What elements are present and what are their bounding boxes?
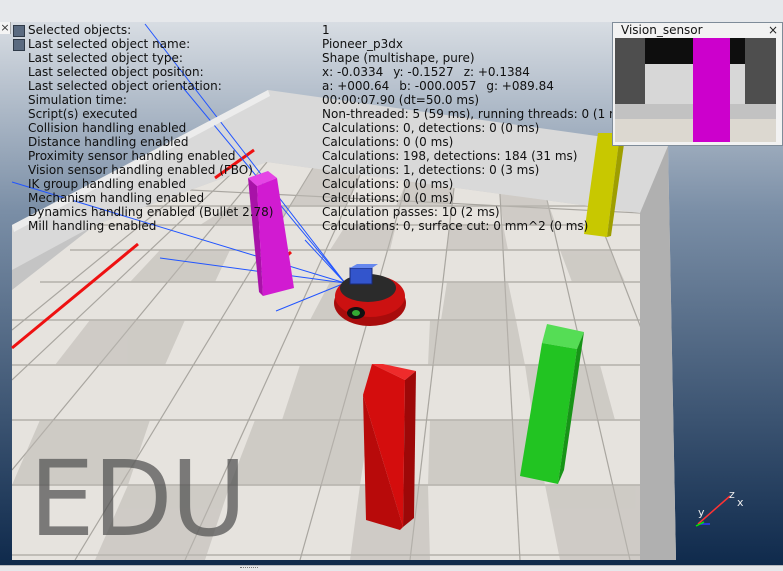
info-value: Calculations: 0, surface cut: 0 mm^2 (0 … bbox=[322, 219, 589, 233]
info-value: 00:00:07.90 (dt=50.0 ms) bbox=[322, 93, 480, 107]
info-row: Last selected object name: Pioneer_p3dx bbox=[28, 37, 611, 51]
red-cuboid[interactable] bbox=[363, 364, 416, 530]
info-label: Proximity sensor handling enabled bbox=[28, 149, 236, 163]
vision-sensor-image bbox=[615, 38, 776, 142]
info-row: Vision sensor handling enabled (FBO) Calc… bbox=[28, 163, 611, 177]
info-value-part: z: +0.1384 bbox=[463, 65, 530, 79]
vision-sensor-title: Vision_sensor bbox=[621, 23, 703, 37]
info-value: Calculation passes: 10 (2 ms) bbox=[322, 205, 500, 219]
info-row: Selected objects: 1 bbox=[28, 23, 611, 37]
edu-watermark: EDU bbox=[29, 438, 247, 560]
info-label: Last selected object type: bbox=[28, 51, 183, 65]
square-toggle-icon[interactable] bbox=[13, 39, 25, 51]
info-value: Pioneer_p3dx bbox=[322, 37, 403, 51]
info-label: Vision sensor handling enabled (FBO) bbox=[28, 163, 253, 177]
info-label: Mill handling enabled bbox=[28, 219, 157, 233]
info-label: Last selected object orientation: bbox=[28, 79, 222, 93]
info-row: Mechanism handling enabled Calculations: … bbox=[28, 191, 611, 205]
info-row: Script(s) executed Non-threaded: 5 (59 ms… bbox=[28, 107, 632, 121]
vision-sensor-window[interactable]: Vision_sensor × bbox=[612, 22, 783, 146]
info-value-part: y: -0.1527 bbox=[393, 65, 454, 79]
info-label: Last selected object name: bbox=[28, 37, 191, 51]
info-row: Last selected object type: Shape (multish… bbox=[28, 51, 611, 65]
info-row: Collision handling enabled Calculations: … bbox=[28, 121, 611, 135]
info-value: x: -0.0334 y: -0.1527 z: +0.1384 bbox=[322, 65, 540, 79]
info-label: Dynamics handling enabled (Bullet 2.78) bbox=[28, 205, 274, 219]
info-value: Shape (multishape, pure) bbox=[322, 51, 475, 65]
info-label: IK group handling enabled bbox=[28, 177, 187, 191]
info-value-part: x: -0.0334 bbox=[322, 65, 384, 79]
info-value: Calculations: 0, detections: 0 (0 ms) bbox=[322, 121, 540, 135]
info-value: Calculations: 1, detections: 0 (3 ms) bbox=[322, 163, 540, 177]
info-row: Last selected object position: x: -0.0334… bbox=[28, 65, 611, 79]
info-value-part: b: -000.0057 bbox=[399, 79, 477, 93]
info-label: Selected objects: bbox=[28, 23, 132, 37]
info-row: Dynamics handling enabled (Bullet 2.78) C… bbox=[28, 205, 611, 219]
info-row: Proximity sensor handling enabled Calcula… bbox=[28, 149, 611, 163]
info-row: IK group handling enabled Calculations: 0… bbox=[28, 177, 611, 191]
info-label: Simulation time: bbox=[28, 93, 127, 107]
info-row: Distance handling enabled Calculations: 0… bbox=[28, 135, 611, 149]
info-value: a: +000.64 b: -000.0057 g: +089.84 bbox=[322, 79, 564, 93]
grip-icon[interactable] bbox=[240, 567, 258, 571]
bottom-splitter[interactable] bbox=[0, 565, 783, 571]
info-value: Non-threaded: 5 (59 ms), running threads… bbox=[322, 107, 632, 121]
axis-gizmo bbox=[695, 495, 731, 527]
info-value-part: g: +089.84 bbox=[486, 79, 554, 93]
info-label: Mechanism handling enabled bbox=[28, 191, 205, 205]
axis-label-x: x bbox=[737, 496, 744, 509]
info-row: Mill handling enabled Calculations: 0, su… bbox=[28, 219, 611, 233]
info-label: Script(s) executed bbox=[28, 107, 138, 121]
info-label: Last selected object position: bbox=[28, 65, 204, 79]
square-toggle-icon[interactable] bbox=[13, 25, 25, 37]
info-row: Last selected object orientation: a: +000… bbox=[28, 79, 611, 93]
info-value: Calculations: 0 (0 ms) bbox=[322, 191, 454, 205]
close-icon[interactable]: × bbox=[0, 22, 11, 34]
axis-label-z: z bbox=[729, 488, 735, 501]
info-value: Calculations: 0 (0 ms) bbox=[322, 177, 454, 191]
axis-label-y: y bbox=[698, 506, 705, 519]
close-icon[interactable]: × bbox=[768, 23, 778, 38]
info-overlay: Selected objects: 1 Last selected object n… bbox=[11, 23, 632, 238]
info-value: Calculations: 198, detections: 184 (31 m… bbox=[322, 149, 578, 163]
info-label: Collision handling enabled bbox=[28, 121, 187, 135]
info-value-part: a: +000.64 bbox=[322, 79, 390, 93]
info-row: Simulation time: 00:00:07.90 (dt=50.0 ms) bbox=[28, 93, 611, 107]
info-label: Distance handling enabled bbox=[28, 135, 189, 149]
info-value: Calculations: 0 (0 ms) bbox=[322, 135, 454, 149]
simulator-viewport[interactable]: × Selected objects: 1 Last selected object… bbox=[0, 0, 783, 571]
info-value: 1 bbox=[322, 23, 330, 37]
